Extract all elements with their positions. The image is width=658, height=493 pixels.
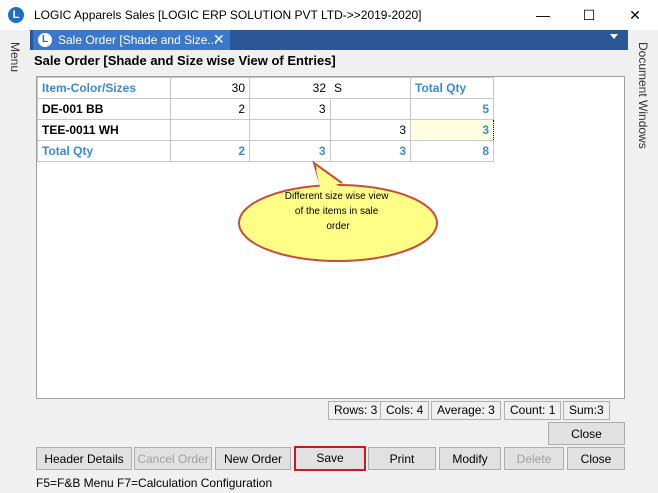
header-total-qty[interactable]: Total Qty [410,77,494,99]
status-sum: Sum:3 [563,401,610,420]
status-cols: Cols: 4 [380,401,430,420]
size-grid-table: Item-Color/Sizes 30 32 S Total Qty DE-00… [37,77,494,162]
callout-line-1: Different size wise view [285,191,390,202]
header-size-32[interactable]: 32 [249,77,330,99]
total-qty-label: Total Qty [37,140,171,162]
table-row[interactable]: TEE-0011 WH 3 3 [37,119,494,141]
document-windows-label: Document Windows [636,42,650,149]
status-count: Count: 1 [504,401,562,420]
tab-dropdown-icon[interactable] [610,34,618,39]
table-row[interactable]: DE-001 BB 2 3 5 [37,98,494,120]
callout-shape: Different size wise view of the items in… [238,160,438,262]
grid-cell[interactable] [329,98,411,120]
menu-sidebar-label: Menu [8,42,22,73]
row-item-name[interactable]: TEE-0011 WH [37,119,171,141]
grid-cell[interactable]: 3 [329,119,411,141]
header-size-s[interactable]: S [330,77,411,99]
maximize-button[interactable]: ☐ [566,0,612,30]
minimize-button[interactable]: — [520,0,566,30]
status-rows: Rows: 3 [328,401,384,420]
tab-logo-icon: L [38,33,52,47]
grid-header-row: Item-Color/Sizes 30 32 S Total Qty [37,77,494,99]
status-average: Average: 3 [431,401,501,420]
tab-close-icon[interactable]: ✕ [213,31,225,48]
title-bar: L LOGIC Apparels Sales [LOGIC ERP SOLUTI… [0,0,658,30]
close-button[interactable]: Close [567,447,625,470]
callout-line-2: of the items in sale [295,206,379,217]
tab-sale-order[interactable]: L Sale Order [Shade and Size... ✕ [33,30,230,50]
row-item-name[interactable]: DE-001 BB [37,98,171,120]
callout-line-3: order [326,221,350,232]
cancel-order-button[interactable]: Cancel Order [134,447,212,470]
callout-bubble: Different size wise view of the items in… [236,157,440,263]
menu-sidebar[interactable]: Menu [0,30,30,476]
header-details-button[interactable]: Header Details [36,447,132,470]
save-button[interactable]: Save [294,446,366,471]
row-total-cell-selected[interactable]: 3 [410,119,494,141]
header-item-color-sizes[interactable]: Item-Color/Sizes [37,77,171,99]
header-size-30[interactable]: 30 [170,77,250,99]
new-order-button[interactable]: New Order [215,447,291,470]
app-logo-icon: L [8,7,24,23]
print-button[interactable]: Print [368,447,436,470]
close-top-button[interactable]: Close [548,422,625,445]
grid-cell[interactable]: 2 [170,98,250,120]
tab-label: Sale Order [Shade and Size... [58,33,218,47]
close-window-button[interactable]: ✕ [612,0,658,30]
grid-cell[interactable]: 3 [249,98,331,120]
window-title: LOGIC Apparels Sales [LOGIC ERP SOLUTION… [34,8,422,22]
modify-button[interactable]: Modify [439,447,501,470]
form-title: Sale Order [Shade and Size wise View of … [34,53,336,68]
grid-cell[interactable] [170,119,250,141]
form-title-bar: Sale Order [Shade and Size wise View of … [30,50,628,70]
shortcut-hint: F5=F&B Menu F7=Calculation Configuration [36,476,273,490]
document-windows-sidebar[interactable]: Document Windows [628,30,658,476]
row-total-cell[interactable]: 5 [410,98,494,120]
grid-cell[interactable] [249,119,331,141]
delete-button[interactable]: Delete [504,447,564,470]
